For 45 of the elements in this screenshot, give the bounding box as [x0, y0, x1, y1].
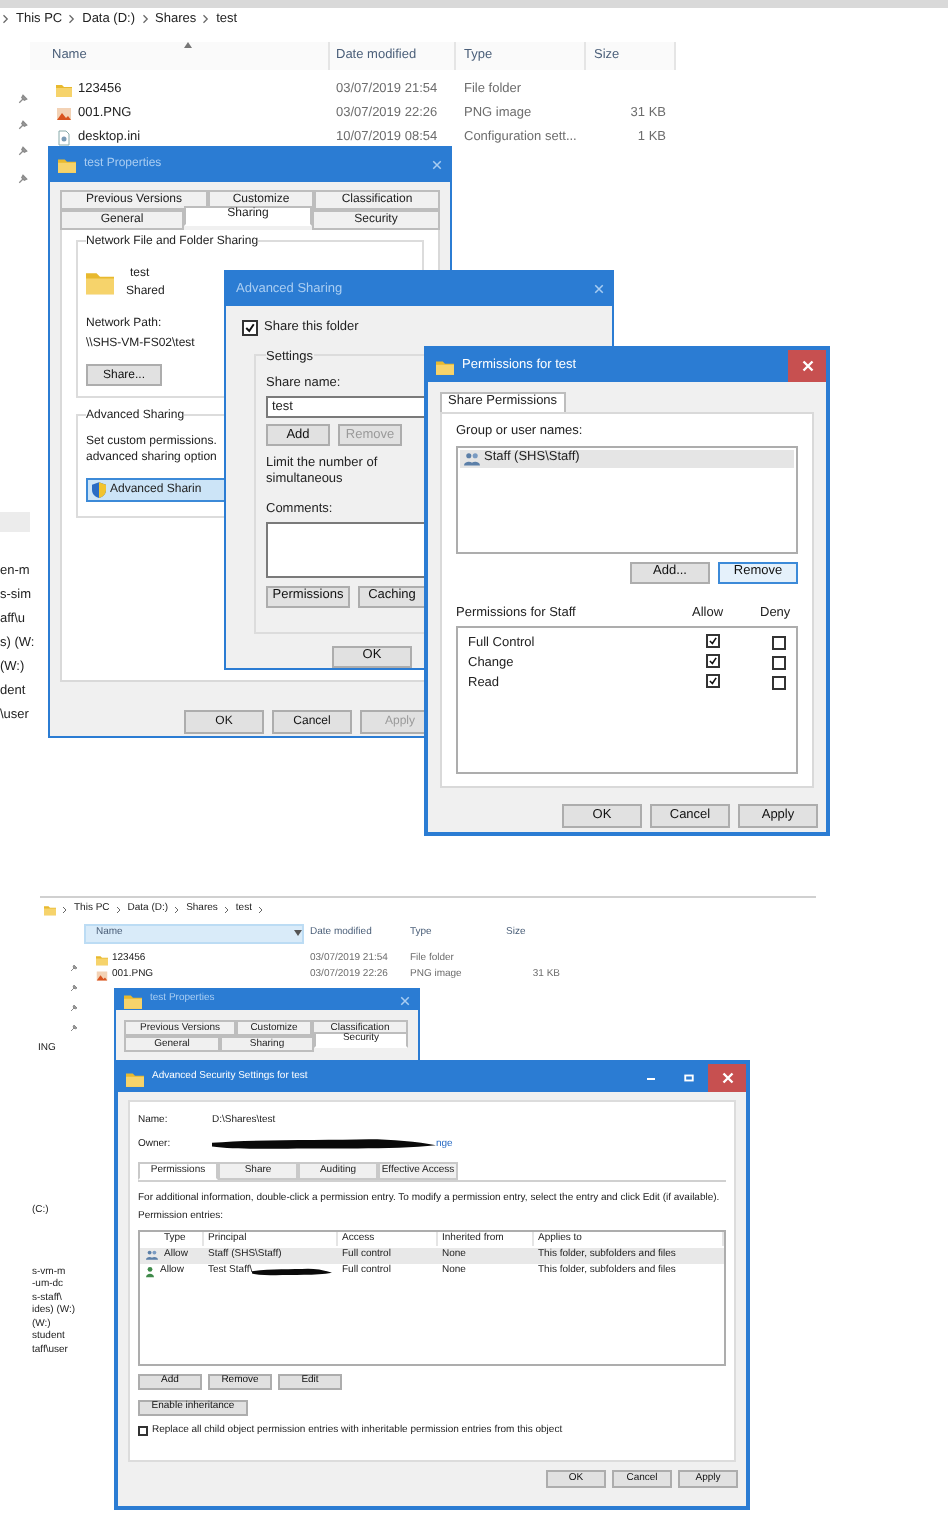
checkbox[interactable] — [242, 319, 258, 336]
shield-icon — [92, 482, 106, 498]
folder-icon — [124, 991, 142, 1009]
checkbox[interactable] — [706, 673, 720, 688]
checkbox[interactable] — [138, 1425, 148, 1436]
checkbox[interactable] — [772, 656, 786, 670]
pin-icon — [18, 120, 28, 130]
folder-icon — [58, 156, 76, 174]
close-button[interactable] — [708, 1064, 746, 1092]
pin-icon — [70, 1004, 78, 1012]
checkbox[interactable] — [706, 633, 720, 648]
users-icon — [146, 1250, 158, 1260]
close-icon — [801, 360, 813, 372]
user-icon — [146, 1265, 154, 1277]
pin-icon — [70, 964, 78, 972]
close-icon — [593, 284, 603, 294]
close-button[interactable] — [788, 350, 826, 382]
pin-icon — [70, 1024, 78, 1032]
chevron-icon — [141, 14, 149, 25]
sort-caret-icon — [184, 42, 192, 48]
pin-icon — [70, 984, 78, 992]
dropdown-icon — [294, 930, 302, 936]
pin-icon — [18, 174, 28, 184]
chevron-icon — [68, 14, 77, 25]
folder-icon — [436, 357, 454, 375]
image-file-icon — [56, 106, 72, 122]
close-icon — [399, 995, 409, 1005]
checkbox[interactable] — [772, 676, 786, 690]
users-icon — [464, 451, 480, 466]
folder-icon — [96, 954, 108, 966]
settings-file-icon — [56, 130, 72, 146]
folder-icon — [126, 1069, 144, 1087]
close-icon — [721, 1072, 733, 1084]
chevron-icon — [202, 14, 211, 25]
close-icon — [431, 160, 441, 170]
pin-icon — [18, 146, 28, 156]
image-file-icon — [96, 970, 108, 982]
maximize-icon — [684, 1074, 694, 1082]
folder-icon — [44, 903, 56, 916]
pin-icon — [18, 94, 28, 104]
checkbox[interactable] — [772, 636, 786, 650]
checkbox[interactable] — [706, 653, 720, 668]
folder-icon — [56, 82, 72, 98]
minimize-icon — [646, 1077, 656, 1079]
chevron-icon — [2, 14, 10, 25]
